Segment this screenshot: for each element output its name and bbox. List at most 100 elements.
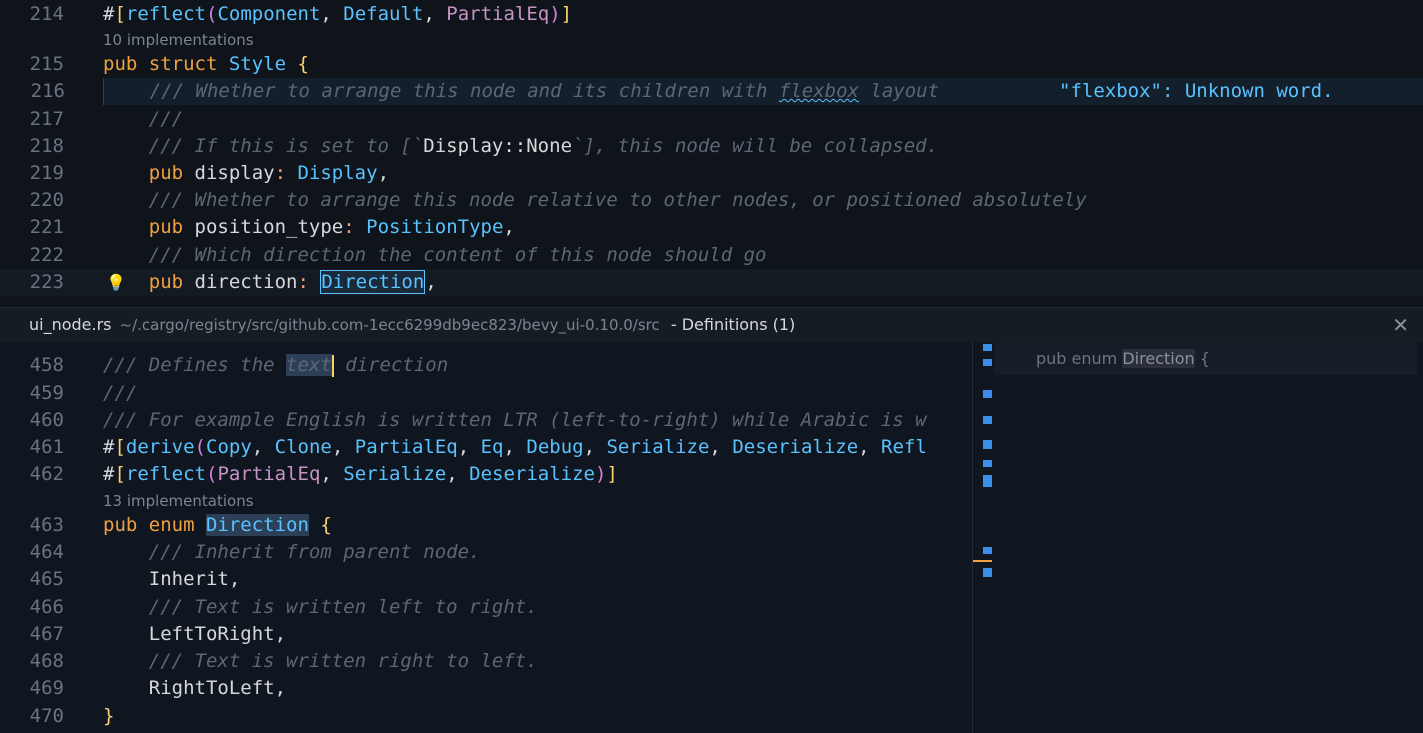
code-text: /// Defines the text direction <box>103 352 448 379</box>
code-token: LeftToRight, <box>103 623 287 645</box>
code-token: , <box>251 436 275 458</box>
code-token: , <box>320 463 344 485</box>
code-text: /// If this is set to [`Display::None`],… <box>103 133 938 160</box>
code-token: , <box>425 271 437 293</box>
code-line[interactable]: 223 pub direction: Direction, 💡 <box>0 269 1423 296</box>
code-line[interactable]: 464 /// Inherit from parent node. <box>0 539 972 566</box>
code-text: /// For example English is written LTR (… <box>103 407 927 434</box>
code-token: pub <box>103 216 195 238</box>
code-token: position_type <box>194 216 344 238</box>
code-text: /// Text is written left to right. <box>103 594 538 621</box>
line-number: 458 <box>29 354 64 376</box>
code-token: , <box>331 436 355 458</box>
code-token: Direction <box>205 514 309 536</box>
code-line[interactable]: 462 #[reflect(PartialEq, Serialize, Deser… <box>0 461 972 488</box>
code-line[interactable]: 465 Inherit, <box>0 566 972 593</box>
minimap-mark <box>983 390 992 398</box>
code-token: PositionType <box>366 216 504 238</box>
code-lens-implementations[interactable]: 13 implementations <box>103 490 254 512</box>
code-line[interactable]: 218 /// If this is set to [`Display::Non… <box>0 133 1423 160</box>
code-line[interactable]: 220 /// Whether to arrange this node rel… <box>0 187 1423 214</box>
code-text: /// Which direction the content of this … <box>103 242 767 269</box>
code-token: Serialize <box>606 436 710 458</box>
code-token: PartialEq <box>354 436 458 458</box>
peek-minimap[interactable] <box>973 342 994 733</box>
code-token: ( <box>194 436 206 458</box>
code-token: : <box>297 271 321 293</box>
code-line[interactable]: 461 #[derive(Copy, Clone, PartialEq, Eq, … <box>0 434 972 461</box>
code-text: /// <box>103 380 137 407</box>
code-line[interactable]: 221 pub position_type: PositionType, <box>0 214 1423 241</box>
peek-header: ui_node.rs ~/.cargo/registry/src/github.c… <box>0 307 1423 342</box>
code-line[interactable]: 463 pub enum Direction { <box>0 512 972 539</box>
code-token: Clone <box>274 436 332 458</box>
code-line[interactable]: 222 /// Which direction the content of t… <box>0 242 1423 269</box>
code-line[interactable]: 214 #[reflect(Component, Default, Partial… <box>0 1 1423 28</box>
code-token: reflect <box>125 3 206 25</box>
lightbulb-icon[interactable]: 💡 <box>106 269 126 296</box>
code-token: enum <box>148 514 206 536</box>
code-token: , <box>423 3 447 25</box>
code-text: pub enum Direction { <box>103 512 332 539</box>
code-token: , <box>457 436 481 458</box>
code-token: # <box>103 436 115 458</box>
peek-editor[interactable]: 458/// Defines the text direction 459///4… <box>0 342 972 733</box>
code-line[interactable]: 467 LeftToRight, <box>0 621 972 648</box>
main-editor[interactable]: 214 #[reflect(Component, Default, Partial… <box>0 0 1423 733</box>
code-text: #[derive(Copy, Clone, PartialEq, Eq, Deb… <box>103 434 927 461</box>
code-token: display <box>194 162 275 184</box>
code-line[interactable]: 216 /// Whether to arrange this node and… <box>31 78 1423 105</box>
code-token: Inherit, <box>103 568 241 590</box>
code-token: { <box>320 514 332 536</box>
ref-suffix: { <box>1194 349 1210 368</box>
code-token: # <box>103 3 115 25</box>
line-number: 214 <box>29 3 64 25</box>
line-number: 216 <box>30 80 65 102</box>
code-token: `], this node will be collapsed. <box>572 135 939 157</box>
line-number: 464 <box>29 541 64 563</box>
code-token: /// Text is written left to right. <box>103 596 538 618</box>
code-line[interactable]: 468 /// Text is written right to left. <box>0 648 972 675</box>
code-line[interactable]: 466 /// Text is written left to right. <box>0 594 972 621</box>
code-line[interactable]: 217 /// <box>0 106 1423 133</box>
close-icon[interactable]: ✕ <box>1392 308 1409 342</box>
code-lens-implementations[interactable]: 10 implementations <box>103 29 254 51</box>
code-token: text <box>286 354 332 376</box>
code-token: , <box>709 436 733 458</box>
line-number: 222 <box>29 244 64 266</box>
code-text: pub position_type: PositionType, <box>103 214 515 241</box>
line-number: 468 <box>29 650 64 672</box>
code-token: # <box>103 463 115 485</box>
code-line[interactable]: 470} <box>0 703 972 730</box>
line-number: 463 <box>29 514 64 536</box>
code-line[interactable]: 458 /// Defines the text direction <box>0 352 972 379</box>
peek-reference-item[interactable]: pub enum Direction { <box>994 342 1417 375</box>
code-token: ) <box>549 3 561 25</box>
code-token: : <box>274 162 298 184</box>
line-number: 469 <box>29 677 64 699</box>
code-token: /// For example English is written LTR (… <box>103 409 927 431</box>
code-token: /// Whether to arrange this node and its… <box>104 80 779 102</box>
peek-divider <box>972 342 973 733</box>
code-token: , <box>503 216 515 238</box>
peek-file-name[interactable]: ui_node.rs <box>29 315 112 334</box>
code-text: /// Text is written right to left. <box>103 648 538 675</box>
code-token: /// If this is set to [` <box>103 135 424 157</box>
code-token: ( <box>205 3 218 25</box>
code-token: pub <box>103 162 195 184</box>
minimap-cursor-line <box>973 560 992 562</box>
code-token: Deserialize <box>469 463 595 485</box>
code-line[interactable]: 459 /// <box>0 380 972 407</box>
code-line[interactable]: 215 pub struct Style { <box>0 51 1423 78</box>
code-line[interactable]: 219 pub display: Display, <box>0 160 1423 187</box>
code-line[interactable]: 460 /// For example English is written LT… <box>0 407 972 434</box>
line-number: 470 <box>29 705 64 727</box>
code-text: /// Inherit from parent node. <box>103 539 481 566</box>
line-number: 221 <box>29 216 64 238</box>
code-line[interactable]: 469 RightToLeft, <box>0 675 972 702</box>
peek-title: - Definitions (1) <box>670 315 796 334</box>
code-token: Default <box>343 3 424 25</box>
line-number: 467 <box>29 623 64 645</box>
code-text: } <box>103 703 114 730</box>
code-token: : <box>343 216 367 238</box>
